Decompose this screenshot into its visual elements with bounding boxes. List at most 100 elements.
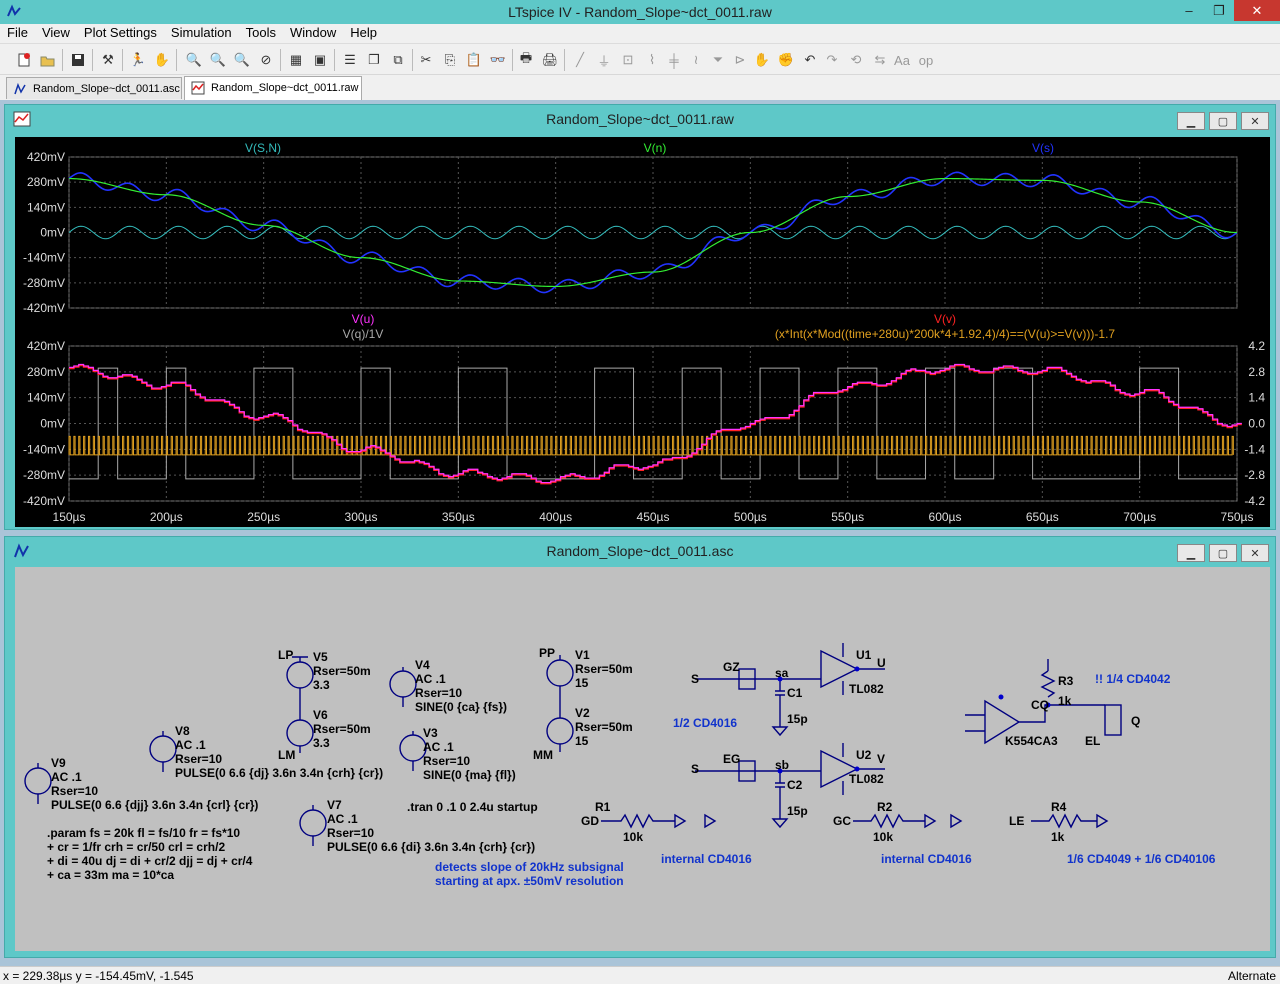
drag-icon[interactable]: ✊ (776, 50, 796, 70)
r4-value[interactable]: 1k (1051, 830, 1065, 844)
menu-plot-settings[interactable]: Plot Settings (77, 24, 164, 43)
label-net-icon[interactable]: ⊡ (618, 50, 638, 70)
internal-cd4016-2[interactable]: internal CD4016 (881, 852, 972, 866)
trace-label-vs[interactable]: V(s) (1032, 141, 1054, 155)
waveform-restore-button[interactable]: ▢ (1209, 112, 1237, 130)
waveform-close-button[interactable]: ✕ (1241, 112, 1269, 130)
rotate-icon[interactable]: ⟲ (846, 50, 866, 70)
zoom-out-icon[interactable]: 🔍 (232, 50, 252, 70)
waveform-minimize-button[interactable]: ▁ (1177, 112, 1205, 130)
tab-raw[interactable]: Random_Slope~dct_0011.raw (184, 76, 362, 100)
autorange-icon[interactable]: ▦ (286, 50, 306, 70)
cascade-icon[interactable]: ❐ (364, 50, 384, 70)
c2-value[interactable]: 15p (787, 804, 808, 818)
halt-icon[interactable]: ✋ (152, 50, 172, 70)
v1-rser[interactable]: Rser=50m (575, 662, 633, 676)
r4-label[interactable]: R4 (1051, 800, 1067, 814)
v8-rser[interactable]: Rser=10 (175, 752, 222, 766)
close-all-icon[interactable]: ⧉ (388, 50, 408, 70)
v2-label[interactable]: V2 (575, 706, 590, 720)
component-icon[interactable]: ⊳ (730, 50, 750, 70)
trace-label-vu[interactable]: V(u) (352, 312, 375, 326)
trace-label-vq[interactable]: V(q)/1V (343, 327, 384, 341)
open-icon[interactable] (38, 50, 58, 70)
internal-cd4016-1[interactable]: internal CD4016 (661, 852, 752, 866)
tile-horizontal-icon[interactable]: ☰ (340, 50, 360, 70)
zoom-in-icon[interactable]: 🔍 (184, 50, 204, 70)
v8-label[interactable]: V8 (175, 724, 190, 738)
capacitor-icon[interactable]: ╪ (664, 50, 684, 70)
cd4042-comment[interactable]: !! 1/4 CD4042 (1095, 672, 1171, 686)
v6-label[interactable]: V6 (313, 708, 328, 722)
wire-icon[interactable]: ╱ (570, 50, 590, 70)
param-line1[interactable]: .param fs = 20k fl = fs/10 fr = fs*10 (47, 826, 240, 840)
v4-label[interactable]: V4 (415, 658, 430, 672)
v4-sine[interactable]: SINE(0 {ca} {fs}) (415, 700, 507, 714)
v5-value[interactable]: 3.3 (313, 678, 330, 692)
r3-value[interactable]: 1k (1058, 694, 1072, 708)
control-panel-icon[interactable]: ⚒ (98, 50, 118, 70)
move-icon[interactable]: ✋ (752, 50, 772, 70)
v6-rser[interactable]: Rser=50m (313, 722, 371, 736)
v7-rser[interactable]: Rser=10 (327, 826, 374, 840)
v8-pulse[interactable]: PULSE(0 6.6 {dj} 3.6n 3.4n {crh} {cr}) (175, 766, 383, 780)
r1-label[interactable]: R1 (595, 800, 611, 814)
ground-icon[interactable]: ⏚ (594, 50, 614, 70)
param-line3[interactable]: + di = 40u dj = di + cr/2 djj = dj + cr/… (47, 854, 253, 868)
r3-label[interactable]: R3 (1058, 674, 1074, 688)
menu-simulation[interactable]: Simulation (164, 24, 239, 43)
k554-model[interactable]: K554CA3 (1005, 734, 1058, 748)
trace-label-vsn[interactable]: V(S,N) (245, 141, 281, 155)
v9-rser[interactable]: Rser=10 (51, 784, 98, 798)
v9-ac[interactable]: AC .1 (51, 770, 82, 784)
param-line2[interactable]: + cr = 1/fr crh = cr/50 crl = crh/2 (47, 840, 225, 854)
spice-directive-icon[interactable]: op (916, 50, 936, 70)
save-icon[interactable] (68, 50, 88, 70)
close-button[interactable]: ✕ (1234, 0, 1280, 21)
trace-label-vv[interactable]: V(v) (934, 312, 956, 326)
v5-label[interactable]: V5 (313, 650, 328, 664)
comment-line1[interactable]: detects slope of 20kHz subsignal (435, 860, 624, 874)
trace-label-expr[interactable]: (x*Int(x*Mod((time+280u)*200k*4+1.92,4)/… (775, 327, 1115, 341)
redo-icon[interactable]: ↷ (822, 50, 842, 70)
v2-value[interactable]: 15 (575, 734, 589, 748)
zoom-pan-icon[interactable]: 🔍 (208, 50, 228, 70)
trace-label-vn[interactable]: V(n) (644, 141, 667, 155)
v4-rser[interactable]: Rser=10 (415, 686, 462, 700)
tab-asc[interactable]: Random_Slope~dct_0011.asc (6, 77, 182, 99)
restore-button[interactable]: ❐ (1204, 0, 1234, 21)
schematic-canvas[interactable]: V5 LP Rser=50m 3.3 V6 Rser=50m 3.3 LM V4… (15, 567, 1270, 951)
copy-icon[interactable]: ⎘ (440, 50, 460, 70)
v8-ac[interactable]: AC .1 (175, 738, 206, 752)
inductor-icon[interactable]: ≀ (686, 50, 706, 70)
cd4016-comment[interactable]: 1/2 CD4016 (673, 716, 737, 730)
run-icon[interactable]: 🏃 (128, 50, 148, 70)
r2-label[interactable]: R2 (877, 800, 893, 814)
c2-label[interactable]: C2 (787, 778, 803, 792)
schematic-close-button[interactable]: ✕ (1241, 544, 1269, 562)
c1-label[interactable]: C1 (787, 686, 803, 700)
v7-pulse[interactable]: PULSE(0 6.6 {di} 3.6n 3.4n {crh} {cr}) (327, 840, 535, 854)
zoom-cancel-icon[interactable]: ⊘ (256, 50, 276, 70)
find-icon[interactable]: 👓 (488, 50, 508, 70)
v5-rser[interactable]: Rser=50m (313, 664, 371, 678)
print-setup-icon[interactable]: 🖶 (516, 50, 536, 70)
u2-label[interactable]: U2 (856, 748, 872, 762)
param-line4[interactable]: + ca = 33m ma = 10*ca (47, 868, 174, 882)
plot-area[interactable]: 420mV 280mV 140mV 0mV -140mV -280mV -420mV V(S… (15, 137, 1270, 527)
menu-view[interactable]: View (35, 24, 77, 43)
v9-pulse[interactable]: PULSE(0 6.6 {djj} 3.6n 3.4n {crl} {cr}) (51, 798, 258, 812)
paste-icon[interactable]: 📋 (464, 50, 484, 70)
c1-value[interactable]: 15p (787, 712, 808, 726)
menu-file[interactable]: File (0, 24, 35, 43)
mirror-icon[interactable]: ⇆ (870, 50, 890, 70)
cd4049-comment[interactable]: 1/6 CD4049 + 1/6 CD40106 (1067, 852, 1216, 866)
resistor-icon[interactable]: ⌇ (642, 50, 662, 70)
comment-line2[interactable]: starting at apx. ±50mV resolution (435, 874, 624, 888)
v6-value[interactable]: 3.3 (313, 736, 330, 750)
minimize-button[interactable]: – (1174, 0, 1204, 21)
r2-value[interactable]: 10k (873, 830, 893, 844)
tran-directive[interactable]: .tran 0 .1 0 2.4u startup (407, 800, 538, 814)
new-schematic-icon[interactable] (14, 50, 34, 70)
undo-icon[interactable]: ↶ (800, 50, 820, 70)
